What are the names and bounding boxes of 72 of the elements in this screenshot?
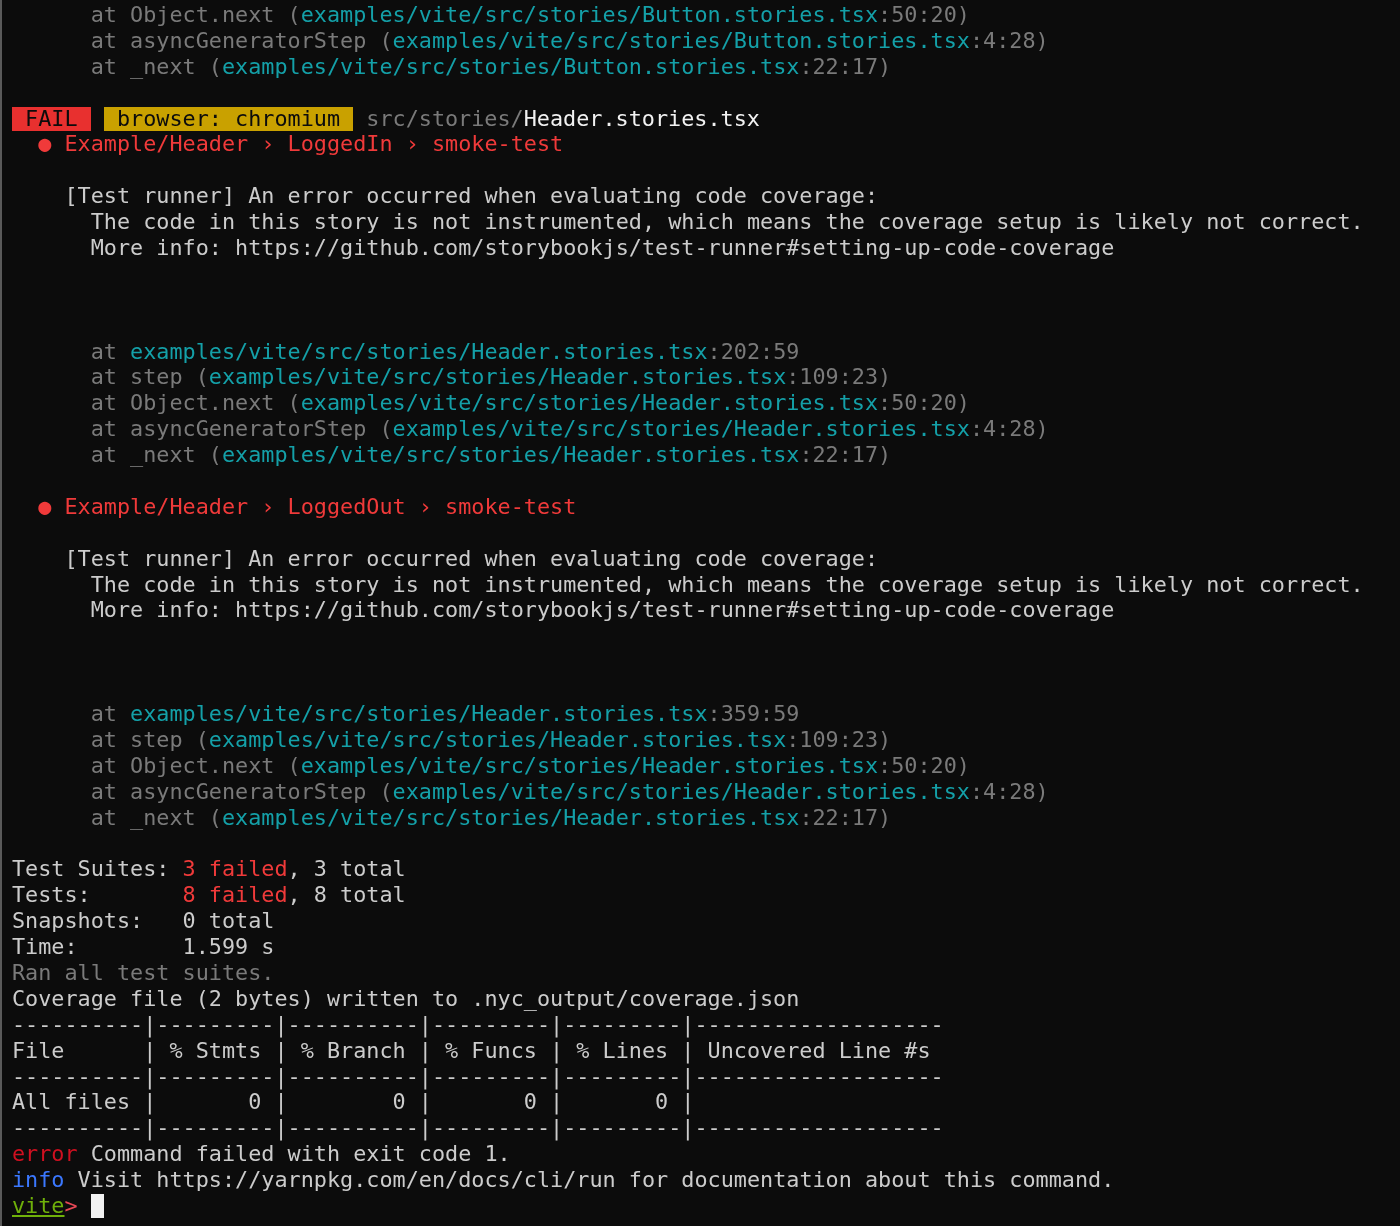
- file-path-link[interactable]: examples/vite/src/stories/Header.stories.tsx: [392, 416, 970, 443]
- stack-trace-text: at Object.next (: [89, 390, 301, 417]
- stack-trace-text: at _next (: [89, 53, 222, 80]
- file-path-link[interactable]: examples/vite/src/stories/Header.stories.tsx: [130, 338, 708, 365]
- terminal-text: Command failed with exit code 1.: [89, 1141, 511, 1168]
- stack-trace-text: at step (: [89, 364, 209, 391]
- stack-trace-text: Ran all test suites.: [12, 959, 275, 986]
- stack-trace-text: :4:28): [969, 778, 1049, 805]
- file-name-text: Header.stories.tsx: [523, 105, 760, 132]
- terminal-text: , 8 total: [287, 882, 406, 909]
- file-path-link[interactable]: examples/vite/src/stories/Header.stories.tsx: [300, 390, 879, 417]
- terminal-text: [Test runner] An error occurred when evaluating code coverage:: [63, 545, 879, 572]
- stack-trace-text: :50:20): [878, 2, 970, 28]
- terminal-text: File | % Stmts | % Branch | % Funcs | % Lines | Uncovered Line #s: [12, 1037, 931, 1064]
- error-label: error: [12, 1141, 78, 1168]
- file-path-link[interactable]: examples/vite/src/stories/Header.stories.tsx: [221, 442, 800, 469]
- stack-trace-text: :22:17): [799, 804, 892, 831]
- prompt-symbol: >: [64, 1192, 78, 1219]
- terminal-text: Coverage file (2 bytes) written to .nyc_output/coverage.json: [12, 985, 800, 1012]
- terminal-text: The code in this story is not instrumented, which means the coverage setup is likely not correct.: [89, 571, 1364, 598]
- stack-trace-text: at Object.next (: [89, 2, 301, 28]
- terminal-text: ----------|---------|----------|---------|---------|-------------------: [12, 1063, 944, 1090]
- stack-trace-text: at _next (: [89, 804, 222, 831]
- terminal-text: ----------|---------|----------|---------|---------|-------------------: [12, 1011, 944, 1038]
- stack-trace-text: :50:20): [878, 390, 970, 417]
- terminal-text: All files | 0 | 0 | 0 | 0 |: [12, 1089, 695, 1116]
- terminal-text: ----------|---------|----------|---------|---------|-------------------: [12, 1115, 944, 1142]
- terminal-text: More info: https://github.com/storybookjs/test-runner#setting-up-code-coverage: [89, 235, 1115, 261]
- stack-trace-text: :359:59: [707, 701, 800, 727]
- terminal-text: The code in this story is not instrumented, which means the coverage setup is likely not correct.: [89, 209, 1364, 236]
- terminal-text: , 3 total: [287, 856, 406, 883]
- stack-trace-text: at asyncGeneratorStep (: [89, 27, 393, 54]
- file-path-link[interactable]: examples/vite/src/stories/Button.stories.tsx: [300, 2, 879, 28]
- file-path-link[interactable]: examples/vite/src/stories/Header.stories.tsx: [392, 778, 970, 805]
- terminal-text: Tests:: [12, 882, 92, 909]
- stack-trace-text: :109:23): [786, 364, 892, 391]
- stack-trace-text: at step (: [89, 726, 209, 753]
- stack-trace-text: at asyncGeneratorStep (: [89, 416, 393, 443]
- stack-trace-text: :109:23): [786, 726, 892, 753]
- stack-trace-text: :50:20): [878, 752, 970, 779]
- stack-trace-text: at _next (: [89, 442, 222, 469]
- file-path-link[interactable]: examples/vite/src/stories/Header.stories.tsx: [208, 726, 787, 753]
- file-path-link[interactable]: examples/vite/src/stories/Header.stories.tsx: [300, 752, 879, 779]
- terminal-text: [Test runner] An error occurred when evaluating code coverage:: [63, 183, 879, 210]
- stack-trace-text: :4:28): [969, 416, 1049, 443]
- stack-trace-text: :202:59: [707, 338, 800, 365]
- terminal-text: Time: 1.599 s: [12, 934, 275, 960]
- error-text: 3 failed: [182, 856, 288, 883]
- terminal-text: Visit https://yarnpkg.com/en/docs/cli/run for documentation about this command.: [76, 1167, 1115, 1193]
- stack-trace-text: at asyncGeneratorStep (: [89, 778, 393, 805]
- stack-trace-text: src/stories/: [365, 105, 524, 132]
- terminal-text: Snapshots: 0 total: [12, 908, 275, 935]
- error-text: ● Example/Header › LoggedOut › smoke-test: [37, 493, 577, 520]
- browser-badge: browser: chromium: [103, 106, 354, 131]
- stack-trace-text: at Object.next (: [89, 752, 301, 779]
- stack-trace-text: :4:28): [969, 27, 1049, 54]
- error-text: 8 failed: [182, 882, 288, 909]
- stack-trace-text: at: [89, 338, 118, 365]
- file-path-link[interactable]: examples/vite/src/stories/Header.stories.tsx: [208, 364, 787, 391]
- terminal-text: More info: https://github.com/storybookjs/test-runner#setting-up-code-coverage: [89, 597, 1115, 624]
- error-text: ● Example/Header › LoggedIn › smoke-test: [37, 131, 564, 158]
- info-label: info: [12, 1167, 65, 1193]
- stack-trace-text: :22:17): [799, 53, 892, 80]
- terminal-text: Test Suites:: [12, 856, 171, 883]
- file-path-link[interactable]: examples/vite/src/stories/Button.stories.tsx: [221, 53, 800, 80]
- stack-trace-text: at: [89, 701, 118, 727]
- file-path-link[interactable]: examples/vite/src/stories/Header.stories.tsx: [221, 804, 800, 831]
- file-path-link[interactable]: examples/vite/src/stories/Button.stories.tsx: [392, 27, 970, 54]
- file-path-link[interactable]: examples/vite/src/stories/Header.stories.tsx: [130, 701, 708, 727]
- stack-trace-text: :22:17): [799, 442, 892, 469]
- fail-badge: FAIL: [12, 106, 91, 131]
- prompt-name: vite: [12, 1192, 65, 1219]
